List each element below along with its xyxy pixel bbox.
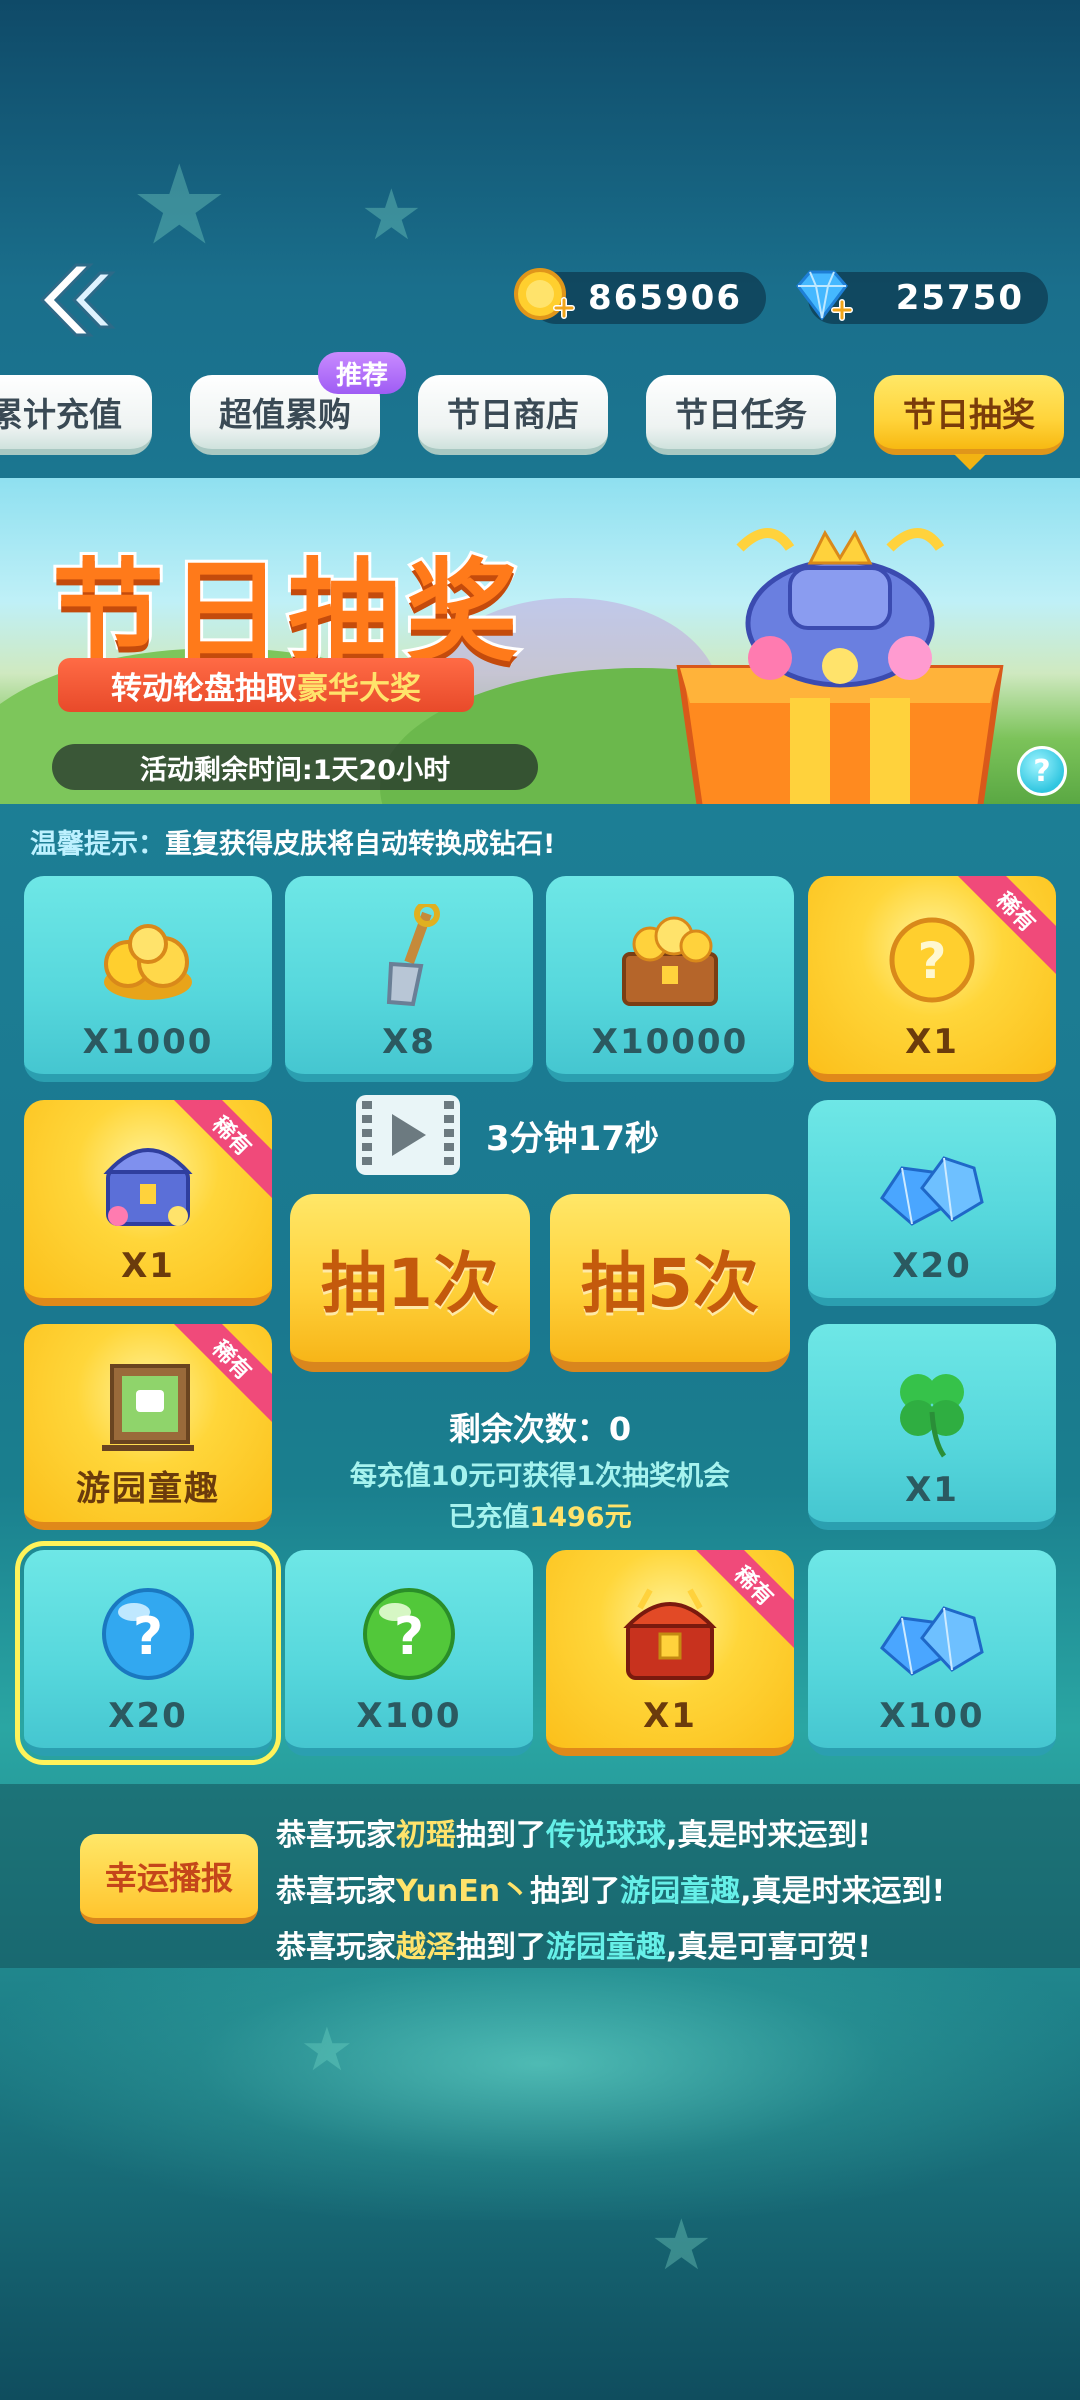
svg-text:?: ?	[394, 1607, 424, 1667]
prize-tile: X1	[808, 1324, 1056, 1530]
broadcast-line: 恭喜玩家初瑶抽到了传说球球,真是时来运到!	[276, 1818, 872, 1853]
gold-coins-icon	[104, 924, 192, 1000]
tab-cumulative-recharge[interactable]: 累计充值	[0, 375, 152, 455]
coin-amount: 865906	[588, 278, 742, 318]
recharge-rule: 每充值10元可获得1次抽奖机会	[349, 1461, 731, 1492]
tip-text: 重复获得皮肤将自动转换成钻石!	[165, 829, 556, 860]
prize-label: X20	[892, 1246, 972, 1286]
video-play-icon[interactable]	[356, 1095, 460, 1175]
banner-subtitle-text: 转动轮盘抽取	[111, 670, 297, 707]
diamond-pile-icon	[880, 1156, 984, 1226]
prize-label: X1	[643, 1696, 697, 1736]
prize-tile: ? 稀有 X1	[808, 876, 1056, 1082]
remaining-draws: 剩余次数：0	[448, 1410, 632, 1448]
clover-icon	[900, 1374, 964, 1458]
prize-tile-selected: ? X20	[15, 1541, 281, 1765]
bg-star-icon: ★	[130, 141, 229, 269]
recharged-total: 已充值1496元	[290, 1497, 790, 1538]
diamond-pile-icon	[880, 1606, 984, 1676]
prize-tile: ? X100	[285, 1550, 533, 1756]
svg-text:?: ?	[917, 932, 946, 990]
tab-festival-lottery[interactable]: 节日抽奖	[874, 375, 1064, 455]
prize-tile: X1000	[24, 876, 272, 1082]
tip-prefix: 温馨提示：	[30, 829, 165, 860]
prize-label: 游园童趣	[76, 1469, 220, 1509]
coin-plus-icon	[514, 268, 575, 320]
bottom-glow	[0, 1960, 1080, 2220]
coin-counter[interactable]: 865906	[514, 268, 766, 324]
tab-label: 节日任务	[675, 395, 807, 434]
picture-frame-icon	[102, 1364, 194, 1451]
prize-tile: X100	[808, 1550, 1056, 1756]
tab-label: 累计充值	[0, 395, 122, 434]
prize-label: X10000	[591, 1022, 749, 1062]
prize-tile: X8	[285, 876, 533, 1082]
gold-mystery-orb-icon: ?	[889, 917, 975, 1003]
prize-tile: 稀有 X1	[24, 1100, 272, 1306]
warm-tip: 温馨提示：重复获得皮肤将自动转换成钻石!	[30, 822, 555, 861]
recharged-prefix: 已充值	[448, 1502, 530, 1533]
draw-once-button[interactable]: 抽1次	[290, 1194, 530, 1372]
prize-label: X100	[356, 1696, 462, 1736]
svg-text:?: ?	[133, 1607, 163, 1667]
draw-five-button[interactable]: 抽5次	[550, 1194, 790, 1372]
double-chevron-left-icon	[39, 263, 116, 337]
prize-label: X1	[905, 1022, 959, 1062]
dragon-chest-icon	[623, 1588, 717, 1680]
broadcast-line: 恭喜玩家越泽抽到了游园童趣,真是可喜可贺!	[276, 1930, 872, 1965]
prize-tile: X10000	[546, 876, 794, 1082]
prize-label: X20	[108, 1696, 188, 1736]
treasure-box-illustration	[676, 528, 1004, 804]
prize-tile: 稀有 X1	[546, 1550, 794, 1756]
lucky-broadcast: 幸运播报 恭喜玩家初瑶抽到了传说球球,真是时来运到! 恭喜玩家YunEn丶抽到了…	[0, 1784, 1080, 1968]
banner-subtitle-highlight: 豪华大奖	[297, 670, 421, 707]
tab-festival-shop[interactable]: 节日商店	[418, 375, 608, 455]
prize-tile: 稀有 游园童趣	[24, 1324, 272, 1530]
blue-mystery-ball-icon: ?	[102, 1588, 194, 1680]
lucky-broadcast-title: 幸运播报	[80, 1834, 258, 1924]
banner-subtitle: 转动轮盘抽取 豪华大奖	[58, 658, 474, 712]
tab-label: 节日抽奖	[903, 395, 1035, 434]
prize-label: X100	[879, 1696, 985, 1736]
lottery-banner: 节日抽奖 转动轮盘抽取 豪华大奖 活动剩余时间:1天20小时	[0, 478, 1080, 804]
tab-label: 超值累购	[219, 395, 351, 434]
back-button[interactable]	[24, 255, 116, 345]
royal-chest-icon	[103, 1148, 193, 1226]
broadcast-line: 恭喜玩家YunEn丶抽到了游园童趣,真是时来运到!	[276, 1874, 946, 1909]
bg-star-icon: ★	[360, 174, 423, 256]
recharge-info: 每充值10元可获得1次抽奖机会 已充值1496元	[290, 1456, 790, 1538]
recharged-amount: 1496元	[529, 1502, 632, 1533]
green-mystery-ball-icon: ?	[363, 1588, 455, 1680]
shovel-icon	[386, 904, 440, 1007]
tab-festival-tasks[interactable]: 节日任务	[646, 375, 836, 455]
diamond-plus-icon	[796, 270, 853, 321]
prize-tile: X20	[808, 1100, 1056, 1306]
prize-label: X1	[905, 1470, 959, 1510]
diamond-counter[interactable]: 25750	[796, 270, 1048, 324]
prize-label: X1000	[82, 1022, 214, 1062]
coin-chest-icon	[622, 916, 718, 1006]
diamond-amount: 25750	[895, 278, 1024, 318]
prize-label: X8	[382, 1022, 436, 1062]
tab-label: 节日商店	[447, 395, 579, 434]
watch-video-row[interactable]: 3分钟17秒	[356, 1095, 659, 1175]
video-cooldown-timer: 3分钟17秒	[486, 1118, 659, 1159]
bg-star-icon: ★	[650, 2204, 713, 2286]
active-tab-pointer	[954, 454, 986, 470]
event-timer: 活动剩余时间:1天20小时	[52, 744, 538, 790]
help-button[interactable]: ?	[1017, 746, 1067, 796]
prize-label: X1	[121, 1246, 175, 1286]
recommend-badge: 推荐	[318, 352, 406, 394]
